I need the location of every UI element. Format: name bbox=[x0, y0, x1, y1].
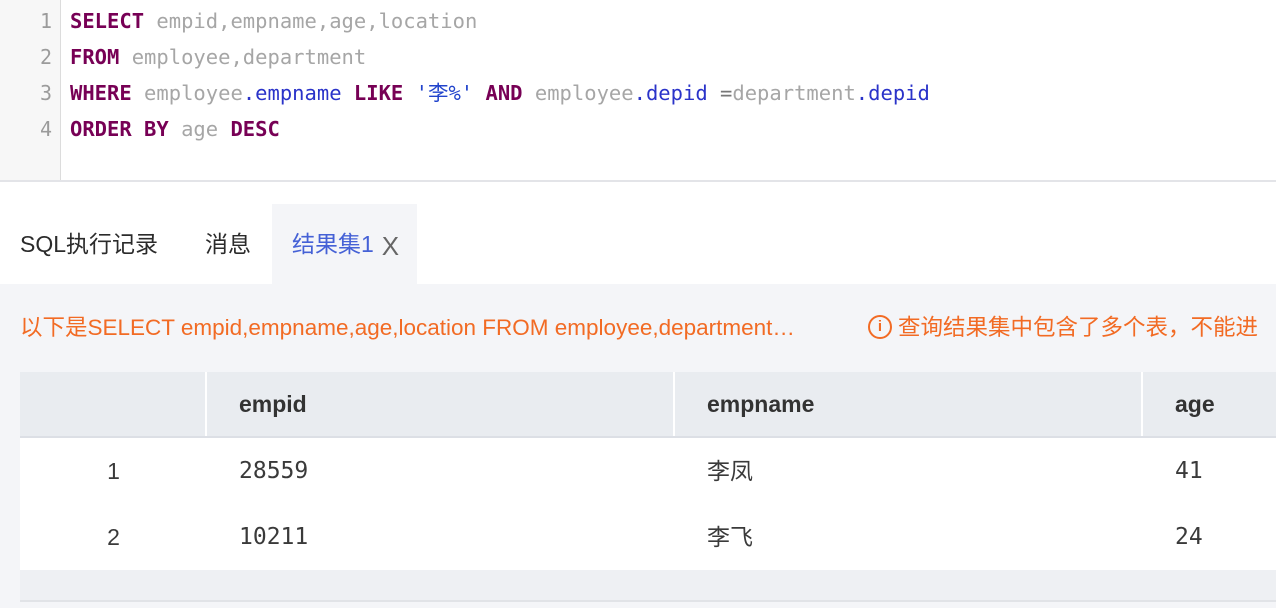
code-token: .depid bbox=[633, 81, 708, 105]
row-index: 2 bbox=[107, 524, 120, 550]
code-token: employee bbox=[131, 81, 243, 105]
code-token: employee,department bbox=[119, 45, 367, 69]
cell-age: 24 bbox=[1175, 524, 1203, 550]
code-token: age bbox=[168, 117, 231, 141]
code-token: LIKE bbox=[353, 81, 404, 105]
tab-result-set-1-label: 结果集1 bbox=[292, 231, 374, 257]
line-number: 3 bbox=[39, 81, 52, 105]
query-summary: 以下是SELECT empid,empname,age,location FRO… bbox=[20, 315, 795, 340]
table-row[interactable]: 2 10211 李飞 24 bbox=[20, 504, 1276, 572]
cell-empid: 28559 bbox=[239, 458, 309, 484]
code-token: DESC bbox=[230, 117, 280, 141]
tab-result-set-1[interactable]: 结果集1 X bbox=[272, 204, 417, 284]
table-row[interactable]: 1 28559 李凤 41 bbox=[20, 438, 1276, 506]
code-token: SELECT bbox=[70, 9, 145, 33]
warning-message: i 查询结果集中包含了多个表，不能进 bbox=[868, 310, 1258, 342]
code-token: ORDER BY bbox=[70, 117, 169, 141]
result-info-bar: 以下是SELECT empid,empname,age,location FRO… bbox=[20, 310, 1276, 346]
cell-empname: 李飞 bbox=[707, 524, 753, 550]
sql-code[interactable]: SELECT empid,empname,age,location FROM em… bbox=[70, 3, 930, 147]
cell-empid: 10211 bbox=[239, 524, 309, 550]
code-token: department bbox=[732, 81, 856, 105]
table-footer-strip bbox=[20, 570, 1276, 602]
code-token: '李%' bbox=[415, 81, 474, 105]
code-token: .depid bbox=[855, 81, 930, 105]
code-line[interactable]: WHERE employee.empname LIKE '李%' AND emp… bbox=[70, 75, 930, 111]
line-number-gutter: 1 2 3 4 bbox=[0, 0, 61, 180]
code-token: AND bbox=[485, 81, 523, 105]
line-number: 2 bbox=[39, 45, 52, 69]
cell-age: 41 bbox=[1175, 458, 1203, 484]
line-number: 4 bbox=[39, 117, 52, 141]
tab-sql-history[interactable]: SQL执行记录 bbox=[20, 204, 158, 284]
code-line[interactable]: FROM employee,department bbox=[70, 39, 930, 75]
warning-text: 查询结果集中包含了多个表，不能进 bbox=[898, 315, 1259, 340]
column-header-empname[interactable]: empname bbox=[675, 372, 1143, 436]
cell-empname: 李凤 bbox=[707, 458, 753, 484]
column-header-empid[interactable]: empid bbox=[207, 372, 675, 436]
line-number: 1 bbox=[39, 9, 52, 33]
info-circle-icon: i bbox=[868, 315, 892, 340]
close-icon[interactable]: X bbox=[382, 206, 399, 286]
code-token: WHERE bbox=[70, 81, 132, 105]
code-token: FROM bbox=[70, 45, 120, 69]
tab-messages[interactable]: 消息 bbox=[205, 204, 251, 284]
column-header-age[interactable]: age bbox=[1143, 372, 1276, 436]
code-token: = bbox=[707, 81, 733, 105]
result-tab-bar: SQL执行记录 消息 结果集1 X bbox=[0, 182, 1276, 284]
code-line[interactable]: SELECT empid,empname,age,location bbox=[70, 3, 930, 39]
row-index-header bbox=[20, 372, 207, 436]
code-token: employee bbox=[522, 81, 634, 105]
code-token: .empname bbox=[242, 81, 342, 105]
row-index: 1 bbox=[107, 458, 120, 484]
code-line[interactable]: ORDER BY age DESC bbox=[70, 111, 930, 147]
table-header: empid empname age bbox=[20, 372, 1276, 438]
code-token: empid,empname,age,location bbox=[156, 9, 478, 33]
sql-editor[interactable]: 1 2 3 4 SELECT empid,empname,age,locatio… bbox=[0, 0, 1276, 182]
